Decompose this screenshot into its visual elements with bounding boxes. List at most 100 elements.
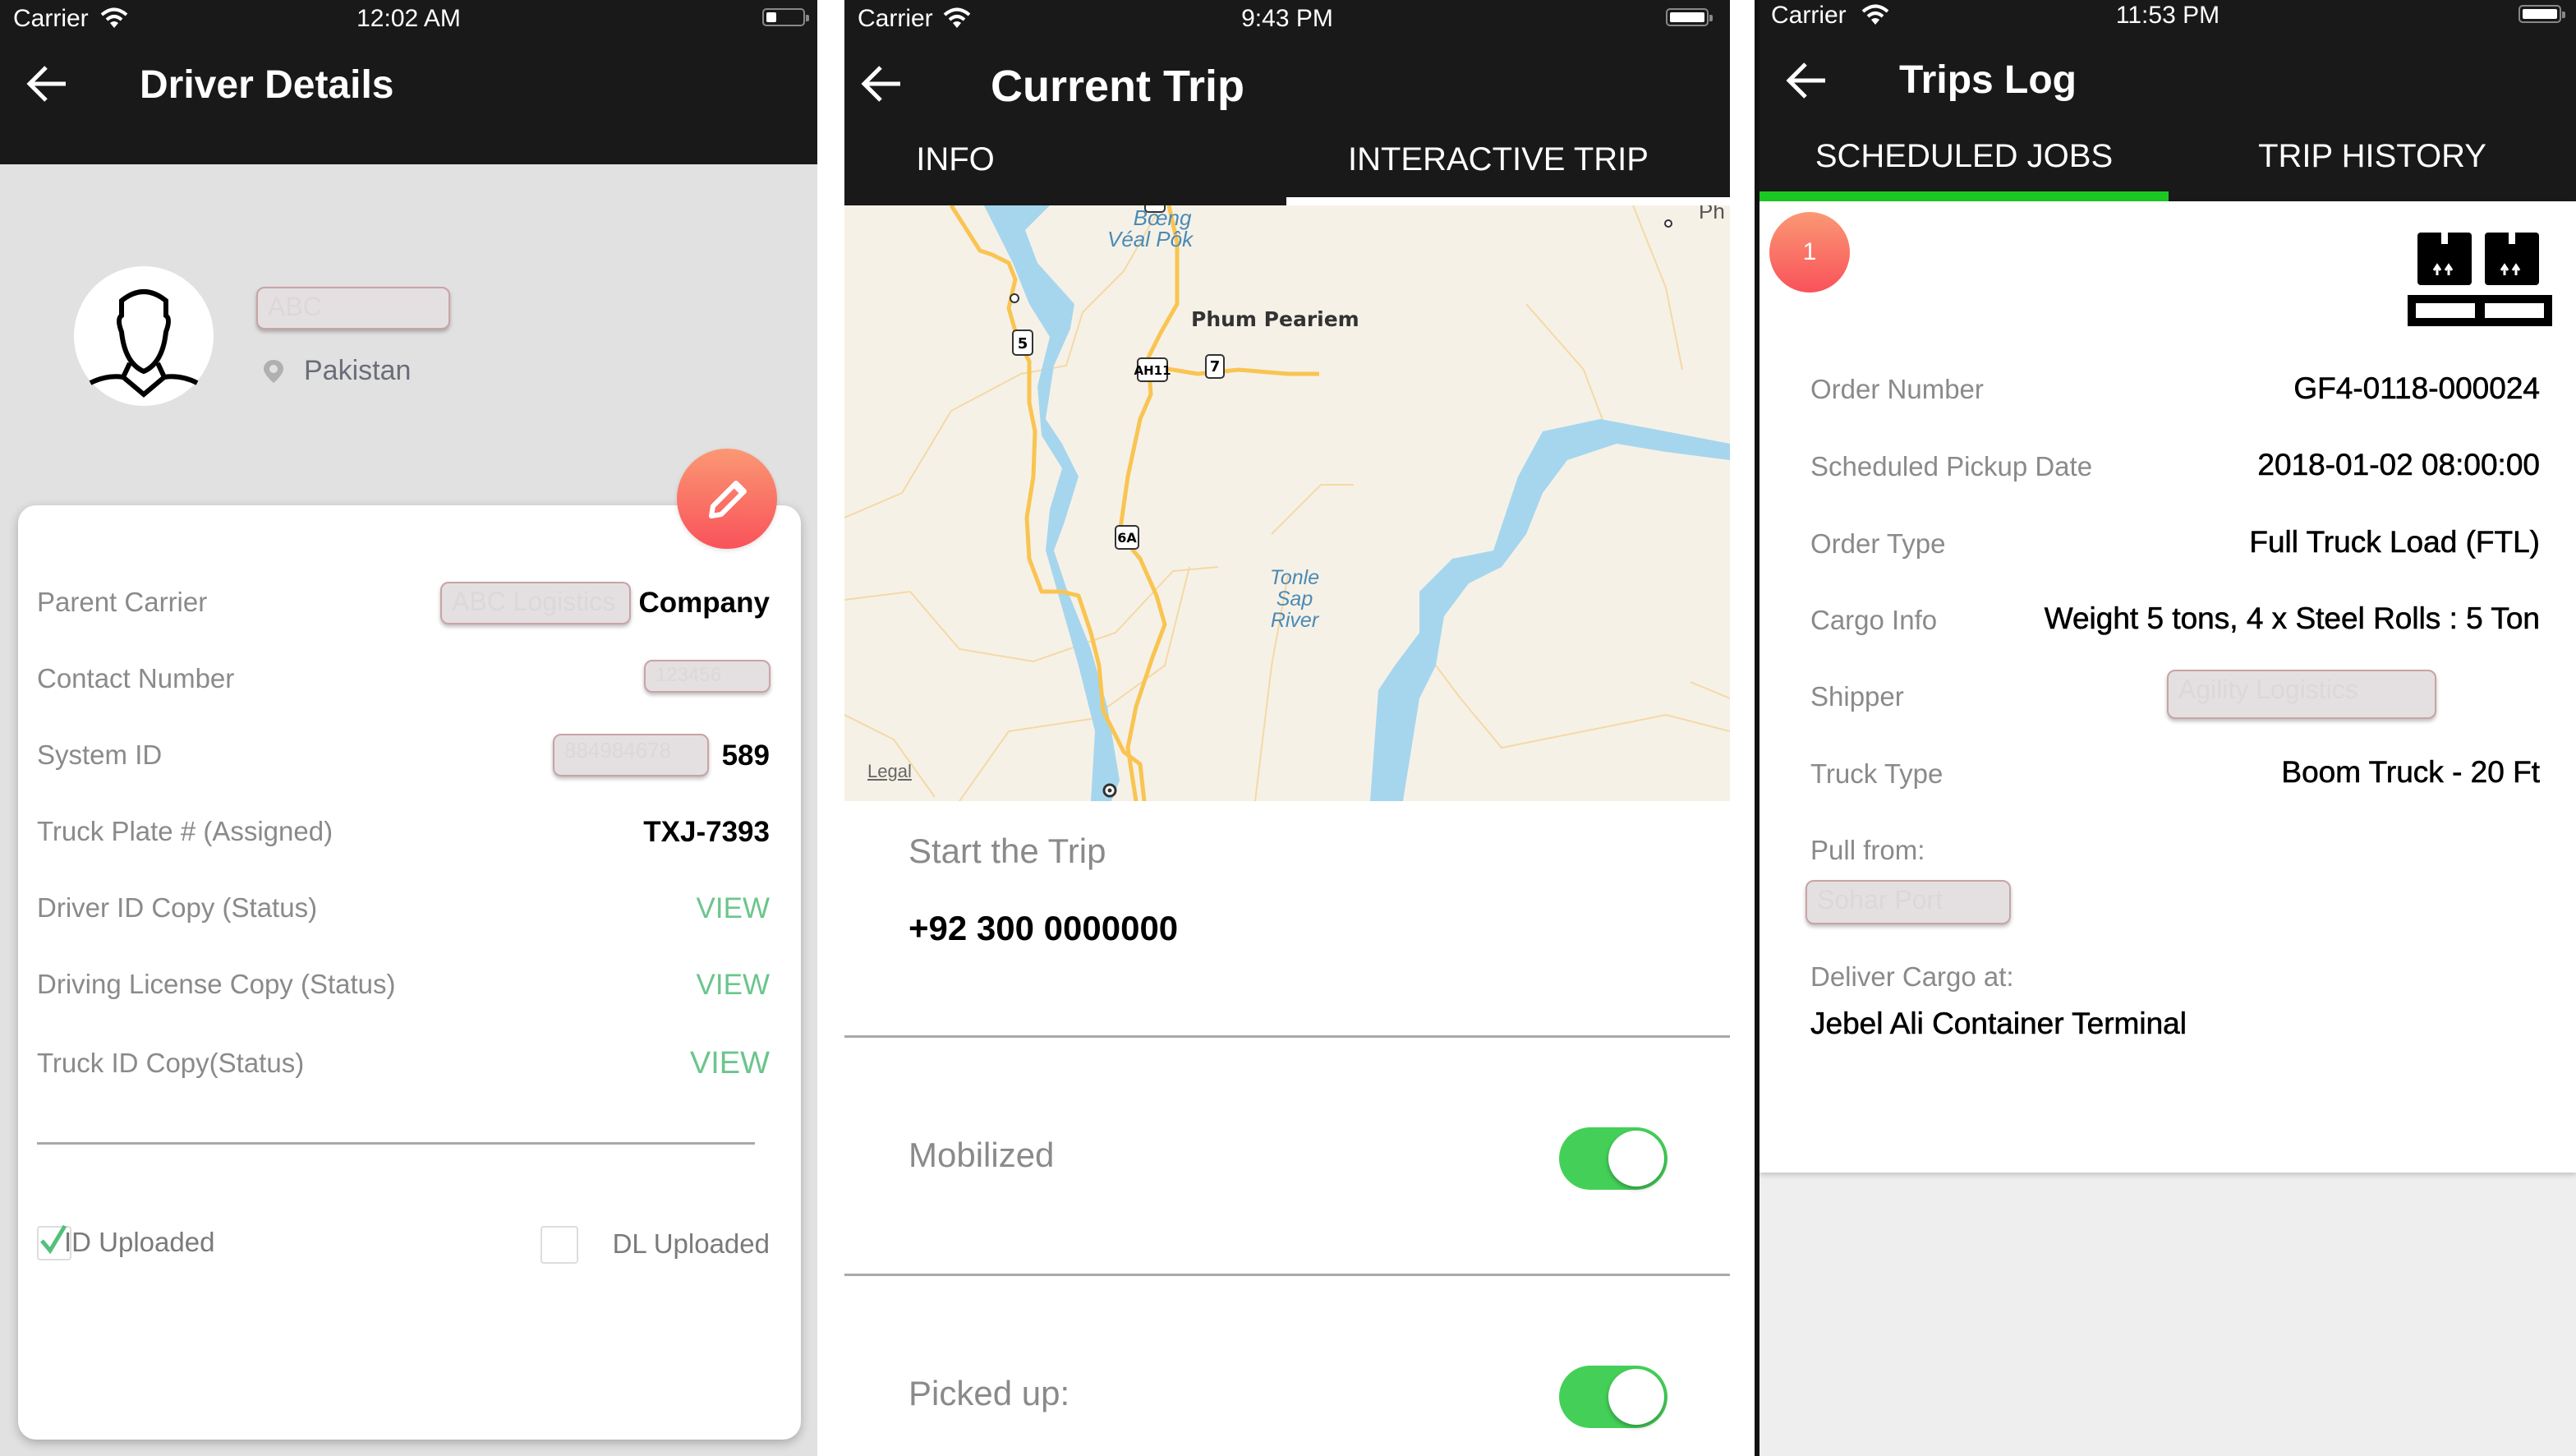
pallet-boxes-icon — [2408, 233, 2552, 326]
view-license-link[interactable]: VIEW — [697, 969, 770, 1002]
field-label: Cargo Info — [1810, 605, 1938, 635]
order-type-value: Full Truck Load (FTL) — [2249, 525, 2540, 560]
field-label: Truck Type — [1810, 758, 1944, 789]
river-label: Tonle Sap River — [1262, 567, 1327, 631]
legal-link[interactable]: Legal — [867, 761, 912, 782]
driver-info-card: Parent Carrier ABC Logistics Company Con… — [18, 505, 801, 1440]
lake-label: Bœng Véal Pôk — [1107, 205, 1193, 250]
parent-carrier-redacted: ABC Logistics — [440, 582, 631, 624]
arrow-left-icon[interactable] — [1784, 58, 1830, 104]
status-time: 9:43 PM — [1241, 5, 1333, 32]
water — [984, 205, 1730, 801]
view-driver-id-link[interactable]: VIEW — [697, 892, 770, 925]
status-time: 11:53 PM — [2115, 2, 2220, 29]
driver-name-redacted: ABC — [256, 287, 450, 329]
page-title: Driver Details — [140, 63, 394, 107]
user-silhouette-icon — [89, 289, 199, 398]
lake-label-line: Véal Pôk — [1107, 227, 1194, 251]
shield-label: 6A — [1117, 530, 1137, 546]
divider — [844, 1274, 1730, 1276]
shield-label: 5 — [1018, 335, 1028, 352]
driver-details-screen: Carrier 12:02 AM Driver Details ABC Paki… — [0, 0, 817, 1456]
page-title: Current Trip — [991, 62, 1245, 111]
status-bar: Carrier 12:02 AM — [0, 0, 817, 39]
river-label-line: Sap — [1276, 587, 1313, 611]
pencil-icon — [709, 481, 747, 518]
checkbox-label: ID Uploaded — [64, 1227, 215, 1257]
arrow-left-icon[interactable] — [859, 61, 905, 107]
parent-carrier-value: Company — [638, 587, 770, 619]
tab-interactive-trip[interactable]: INTERACTIVE TRIP — [1276, 141, 1720, 178]
page-title: Trips Log — [1899, 58, 2077, 102]
pull-from-label: Pull from: — [1810, 835, 1925, 865]
active-tab-indicator — [1286, 197, 1730, 205]
deliver-label: Deliver Cargo at: — [1810, 961, 2014, 992]
trips-log-screen: Carrier 11:53 PM Trips Log SCHEDULED JOB… — [1760, 0, 2576, 1456]
app-header: Carrier 9:43 PM Current Trip INFO INTERA… — [844, 0, 1730, 205]
tab-info[interactable]: INFO — [844, 141, 1066, 178]
map-pin-icon — [264, 360, 283, 383]
deliver-value: Jebel Ali Container Terminal — [1810, 1007, 2187, 1041]
picked-up-toggle[interactable] — [1559, 1366, 1668, 1428]
driver-location: Pakistan — [304, 355, 412, 386]
river-label-line: Tonle — [1269, 566, 1320, 589]
battery-icon — [2518, 5, 2565, 23]
start-trip-label: Start the Trip — [908, 832, 1106, 870]
field-label: Contact Number — [37, 663, 235, 693]
field-label: Driving License Copy (Status) — [37, 969, 396, 999]
cargo-info-value: Weight 5 tons, 4 x Steel Rolls : 5 Ton — [2044, 601, 2540, 636]
major-roads — [949, 205, 1319, 801]
river-label-line: River — [1270, 609, 1319, 632]
job-card[interactable]: 1 Order Number GF4-0118-000024 Scheduled… — [1760, 201, 2576, 1173]
divider — [37, 1142, 755, 1145]
arrow-left-icon[interactable] — [25, 61, 71, 107]
shield-label: AH11 — [1134, 363, 1171, 378]
shield-label: 7 — [1210, 358, 1221, 376]
battery-icon — [762, 8, 809, 26]
field-label: Truck ID Copy(Status) — [37, 1048, 305, 1078]
tab-scheduled-jobs[interactable]: SCHEDULED JOBS — [1760, 138, 2169, 175]
field-label: Shipper — [1810, 681, 1904, 712]
status-time: 12:02 AM — [356, 5, 461, 32]
mobilized-toggle[interactable] — [1559, 1127, 1668, 1190]
dl-uploaded-checkbox[interactable] — [540, 1226, 578, 1264]
app-header: Carrier 12:02 AM Driver Details — [0, 0, 817, 164]
truck-plate-value: TXJ-7393 — [643, 816, 770, 848]
phone-number[interactable]: +92 300 0000000 — [908, 909, 1178, 948]
system-id-value: 589 — [721, 740, 770, 772]
tab-trip-history[interactable]: TRIP HISTORY — [2169, 138, 2576, 175]
battery-icon — [1666, 8, 1713, 26]
shipper-redacted: Agility Logistics — [2167, 670, 2436, 719]
status-bar: Carrier 9:43 PM — [844, 0, 1730, 39]
minor-roads — [844, 205, 1730, 801]
toggle-knob — [1608, 1131, 1664, 1186]
town-label: Phum Peariem — [1191, 307, 1359, 331]
map-view[interactable]: 5 AH11 7 6A Bœng Véal Pôk Phum Peariem T… — [844, 205, 1730, 801]
active-tab-indicator — [1760, 191, 2169, 201]
toggle-knob — [1608, 1369, 1664, 1425]
edit-button[interactable] — [677, 449, 777, 549]
avatar — [74, 266, 214, 406]
field-label: Order Number — [1810, 374, 1984, 404]
town-marker — [1664, 219, 1672, 228]
pickup-date-value: 2018-01-02 08:00:00 — [2257, 448, 2540, 482]
truck-type-value: Boom Truck - 20 Ft — [2281, 755, 2540, 790]
field-label: Order Type — [1810, 528, 1946, 559]
pull-from-redacted: Sohar Port — [1806, 880, 2011, 924]
system-id-redacted: 884984678 — [553, 734, 709, 776]
contact-number-redacted: 123456 — [644, 660, 770, 693]
lake-label-line: Bœng — [1133, 205, 1192, 230]
job-number-badge: 1 — [1769, 212, 1850, 293]
field-label: Parent Carrier — [37, 587, 208, 617]
field-label: System ID — [37, 740, 163, 770]
checkbox-label: DL Uploaded — [612, 1228, 770, 1259]
toggle-label: Picked up: — [908, 1374, 1070, 1412]
divider — [844, 1035, 1730, 1038]
order-number-value: GF4-0118-000024 — [2293, 371, 2540, 406]
field-label: Driver ID Copy (Status) — [37, 892, 318, 923]
map-canvas[interactable]: 5 AH11 7 6A — [844, 205, 1730, 801]
field-label: Scheduled Pickup Date — [1810, 451, 2093, 481]
app-header: Carrier 11:53 PM Trips Log SCHEDULED JOB… — [1760, 0, 2576, 201]
view-truck-id-link[interactable]: VIEW — [690, 1046, 770, 1081]
edge-town-label: Ph — [1699, 205, 1725, 223]
